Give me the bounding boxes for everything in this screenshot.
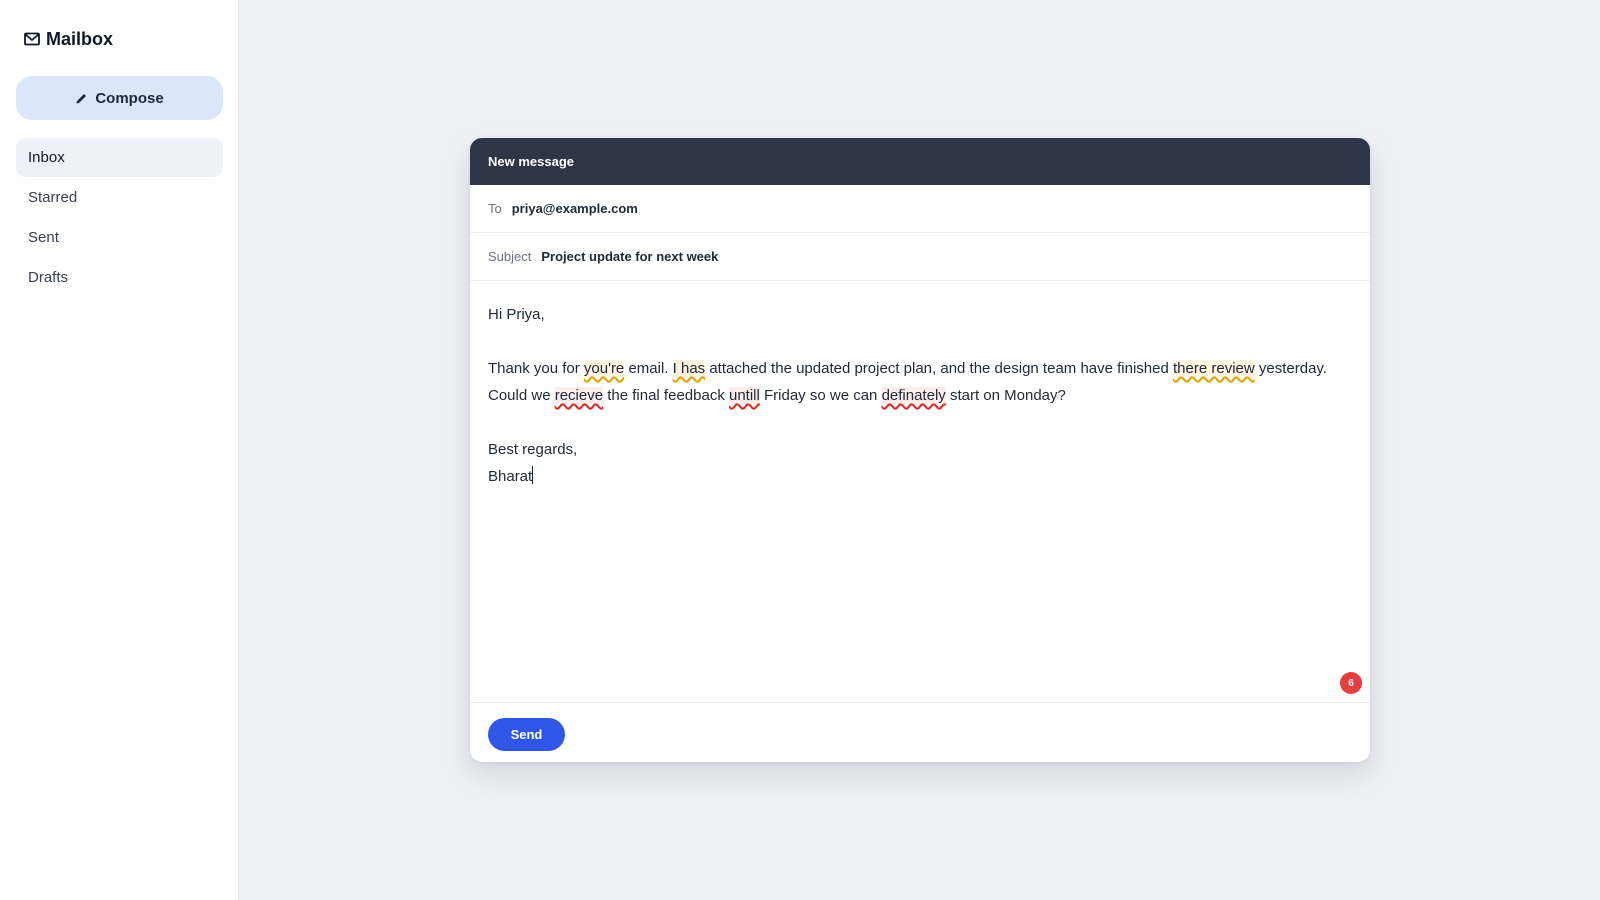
to-label: To <box>488 201 502 216</box>
sidebar-item-starred[interactable]: Starred <box>16 178 223 217</box>
issue-count-badge[interactable]: 6 <box>1340 672 1362 694</box>
compose-label: Compose <box>95 89 164 107</box>
body-signature: Bharat <box>488 468 533 485</box>
body-text: attached the updated project plan, and t… <box>705 360 1174 377</box>
subject-label: Subject <box>488 249 532 264</box>
sidebar: Mailbox Compose Inbox Starred Sent Draft… <box>0 0 239 900</box>
app-brand: Mailbox <box>16 26 222 52</box>
spelling-error[interactable]: recieve <box>554 387 604 404</box>
mail-icon <box>24 32 40 46</box>
compose-button[interactable]: Compose <box>16 76 223 120</box>
text-cursor <box>532 466 534 484</box>
sidebar-item-label: Drafts <box>28 269 69 286</box>
body-text: email. <box>624 360 673 377</box>
body-closing: Best regards, <box>488 441 578 458</box>
compose-title: New message <box>488 154 574 169</box>
body-text: start on Monday? <box>945 387 1066 404</box>
grammar-error[interactable]: you're <box>583 360 625 377</box>
sidebar-item-sent[interactable]: Sent <box>16 218 223 257</box>
sidebar-nav: Inbox Starred Sent Drafts <box>16 138 223 297</box>
body-paragraph: Thank you for you're email. I has attach… <box>488 355 1352 409</box>
to-row: To <box>470 185 1370 233</box>
grammar-error[interactable]: I has <box>672 360 706 377</box>
body-greeting: Hi Priya, <box>488 306 545 323</box>
compose-footer: Send <box>470 702 1370 762</box>
subject-row: Subject <box>470 233 1370 281</box>
sidebar-item-drafts[interactable]: Drafts <box>16 258 223 297</box>
subject-field[interactable] <box>541 249 1242 264</box>
spelling-error[interactable]: untill <box>728 387 760 404</box>
compose-window: New message To Subject Hi Priya, Thank y… <box>470 138 1370 762</box>
grammar-error[interactable]: there review <box>1173 360 1255 377</box>
app-title: Mailbox <box>46 28 114 49</box>
sidebar-item-label: Inbox <box>28 149 65 166</box>
body-text: the final feedback <box>603 387 729 404</box>
sidebar-item-inbox[interactable]: Inbox <box>16 138 223 177</box>
main-area: New message To Subject Hi Priya, Thank y… <box>239 0 1600 900</box>
send-button[interactable]: Send <box>488 717 565 751</box>
spelling-error[interactable]: definately <box>881 387 946 404</box>
body-text: Thank you for <box>488 360 584 377</box>
sidebar-item-label: Starred <box>28 189 78 206</box>
compose-header: New message <box>470 138 1370 185</box>
pencil-icon <box>75 91 89 105</box>
body-signature-line: Bharat <box>488 463 1352 490</box>
message-body-editor[interactable]: Hi Priya, Thank you for you're email. I … <box>470 281 1370 702</box>
to-field[interactable] <box>511 201 1212 216</box>
sidebar-item-label: Sent <box>28 229 59 246</box>
body-text: Friday so we can <box>759 387 882 404</box>
